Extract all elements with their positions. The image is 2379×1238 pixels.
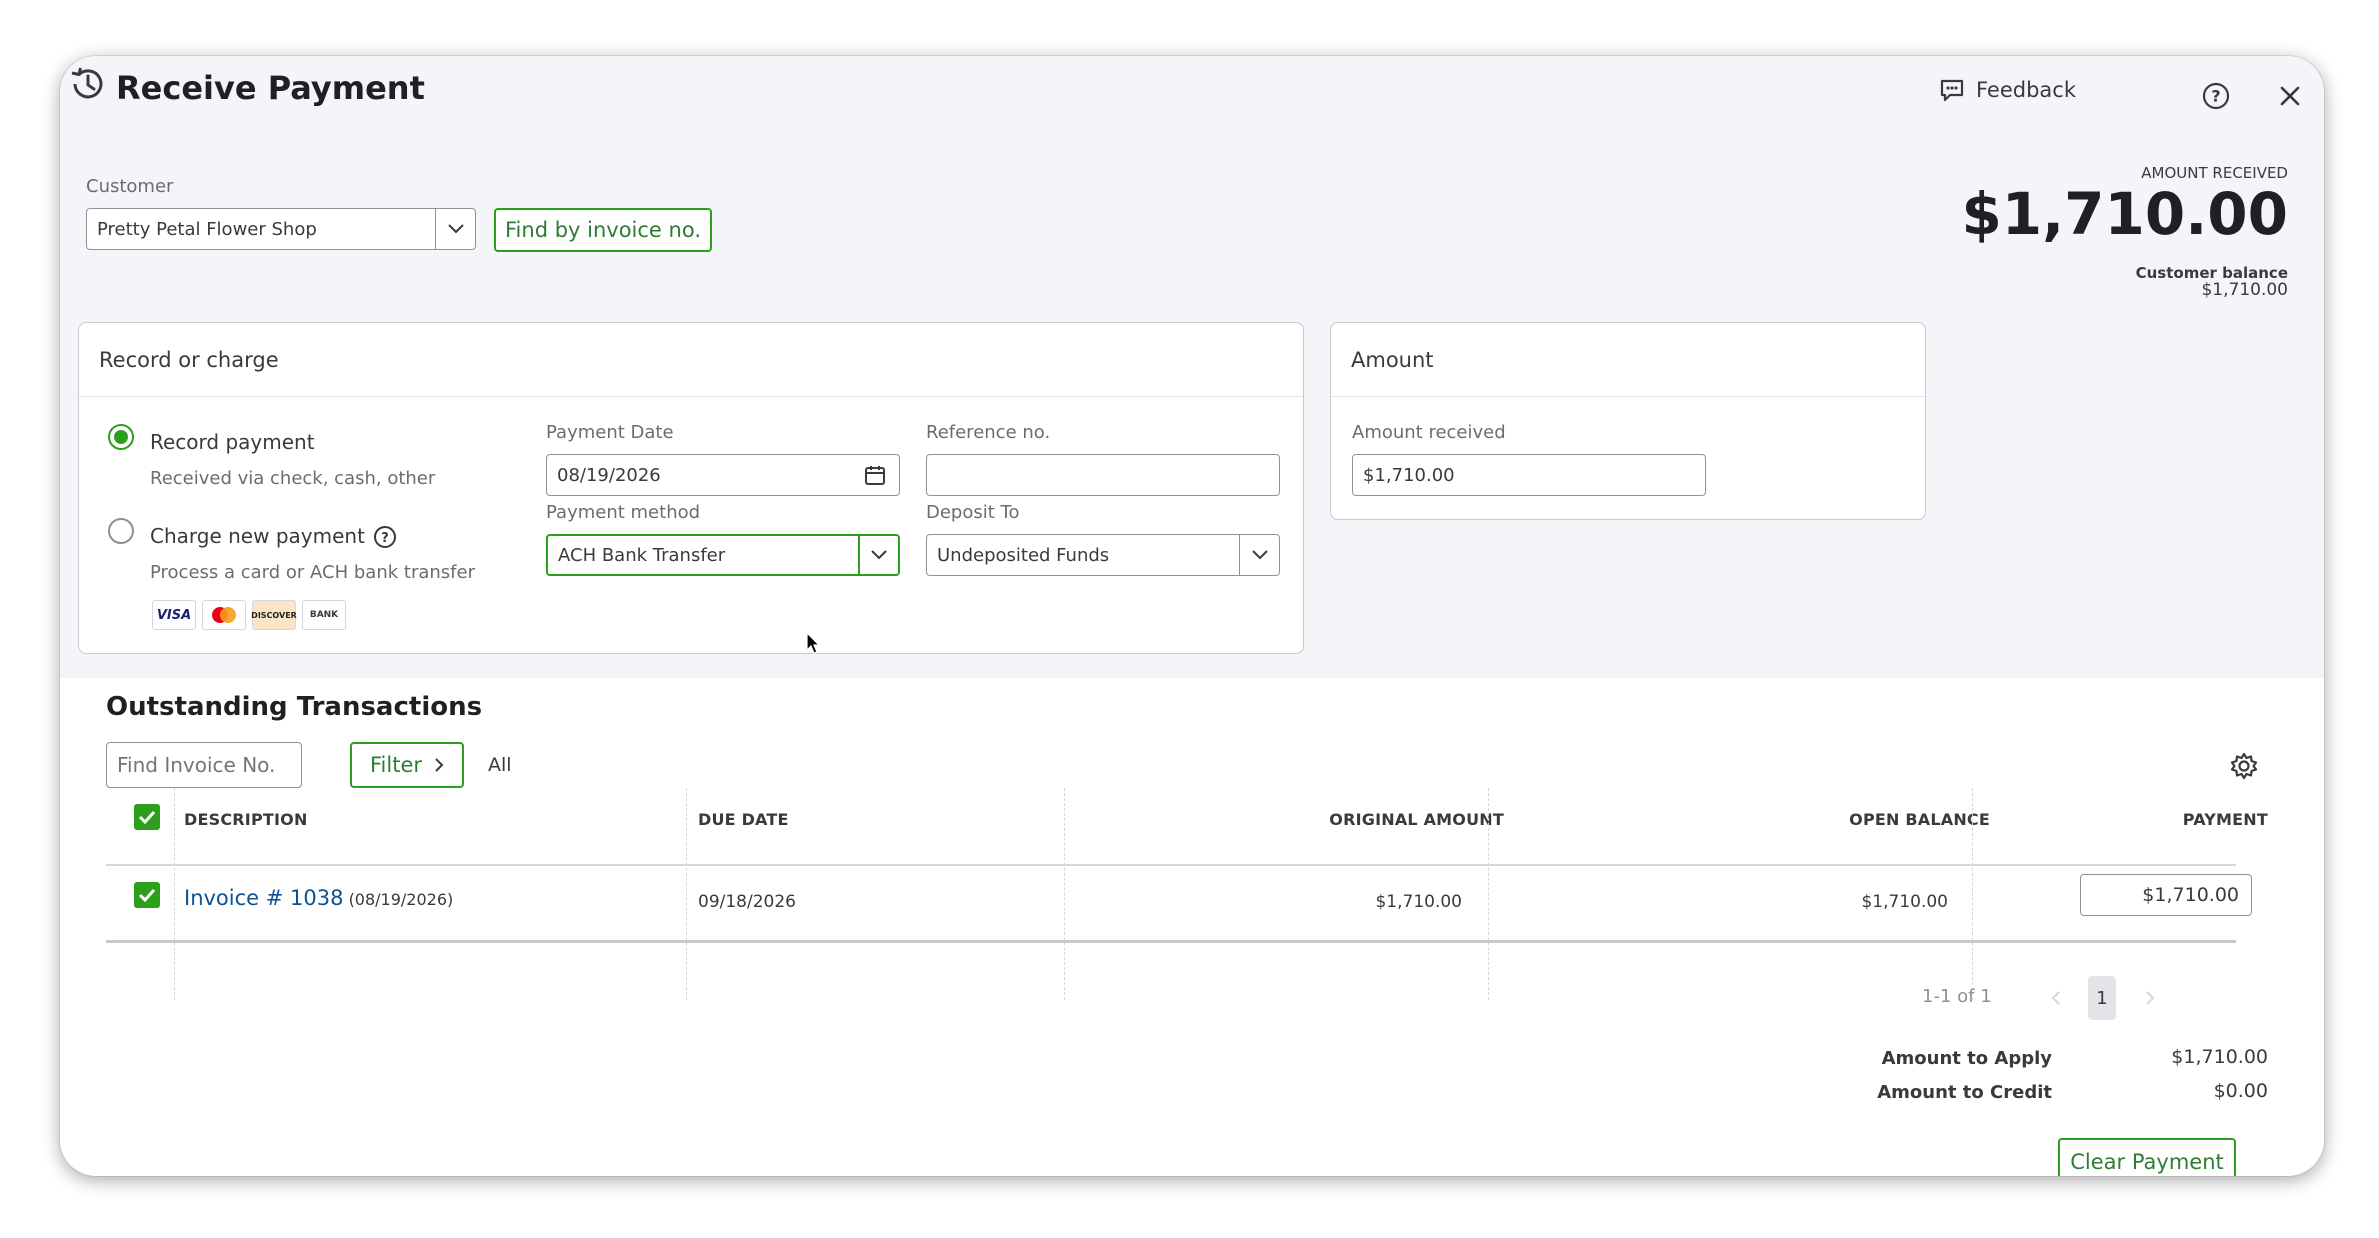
record-card-title: Record or charge <box>79 323 1303 397</box>
svg-text:?: ? <box>381 531 389 546</box>
calendar-icon[interactable] <box>863 463 887 487</box>
record-payment-label: Record payment <box>150 430 315 454</box>
invoice-description: Invoice # 1038 (08/19/2026) <box>184 886 453 910</box>
payment-date-input[interactable]: 08/19/2026 <box>546 454 900 496</box>
record-payment-sublabel: Received via check, cash, other <box>150 468 436 489</box>
amount-to-apply-value: $1,710.00 <box>2171 1046 2268 1068</box>
svg-text:?: ? <box>2211 87 2220 106</box>
open-balance-cell: $1,710.00 <box>1861 892 1948 912</box>
pagination-page-button[interactable]: 1 <box>2088 976 2116 1020</box>
outstanding-title: Outstanding Transactions <box>106 692 483 722</box>
deposit-to-value: Undeposited Funds <box>937 544 1110 566</box>
chat-icon <box>1940 79 1964 102</box>
clear-payment-button[interactable]: Clear Payment <box>2058 1138 2236 1176</box>
chevron-down-icon <box>435 209 475 249</box>
customer-value: Pretty Petal Flower Shop <box>97 218 317 240</box>
chevron-down-icon <box>858 536 898 574</box>
payment-method-label: Payment method <box>546 502 701 523</box>
info-help-icon[interactable]: ? <box>372 524 398 550</box>
table-row: Invoice # 1038 (08/19/2026) 09/18/2026 $… <box>106 866 2252 1000</box>
receive-payment-window: Receive Payment Feedback ? Customer Pret… <box>60 56 2324 1176</box>
col-due-date[interactable]: DUE DATE <box>698 810 789 829</box>
invoice-link[interactable]: Invoice # 1038 <box>184 886 343 910</box>
feedback-button[interactable]: Feedback <box>1938 76 2076 104</box>
reference-label: Reference no. <box>926 422 1051 443</box>
filter-value: All <box>488 754 512 776</box>
col-description[interactable]: DESCRIPTION <box>184 810 308 829</box>
chevron-down-icon <box>1239 535 1279 575</box>
find-by-invoice-button[interactable]: Find by invoice no. <box>494 208 712 252</box>
select-all-checkbox[interactable] <box>134 804 160 830</box>
amount-received-input[interactable]: $1,710.00 <box>1352 454 1706 496</box>
filter-label: Filter <box>369 753 422 777</box>
table-bottom-border <box>106 940 2236 943</box>
col-open-balance[interactable]: OPEN BALANCE <box>1849 810 1990 829</box>
history-icon[interactable] <box>68 64 108 104</box>
amount-to-credit-label: Amount to Credit <box>1877 1082 2052 1103</box>
mastercard-logo-icon <box>202 600 246 630</box>
filter-button[interactable]: Filter <box>350 742 464 788</box>
close-icon[interactable] <box>2274 80 2306 112</box>
customer-label: Customer <box>86 176 174 197</box>
payment-date-value: 08/19/2026 <box>557 464 661 486</box>
discover-logo-icon: DISCOVER <box>251 600 297 630</box>
chevron-right-icon[interactable] <box>2144 990 2156 1006</box>
reference-input[interactable] <box>926 454 1280 496</box>
charge-payment-radio[interactable] <box>108 518 134 544</box>
amount-received-total: $1,710.00 <box>1961 180 2288 248</box>
mouse-cursor-icon <box>806 632 821 654</box>
bank-logo-icon: BANK <box>302 600 346 630</box>
record-payment-radio[interactable] <box>108 424 134 450</box>
charge-payment-label: Charge new payment <box>150 524 365 548</box>
feedback-label: Feedback <box>1976 78 2077 102</box>
help-icon[interactable]: ? <box>2200 80 2232 112</box>
chevron-right-icon <box>435 758 444 772</box>
invoice-date: (08/19/2026) <box>348 890 454 909</box>
pagination-range: 1-1 of 1 <box>1922 986 1992 1007</box>
col-original-amount[interactable]: ORIGINAL AMOUNT <box>1329 810 1504 829</box>
amount-received-label: Amount received <box>1352 422 1506 443</box>
payment-method-select[interactable]: ACH Bank Transfer <box>546 534 900 576</box>
deposit-to-select[interactable]: Undeposited Funds <box>926 534 1280 576</box>
original-amount-cell: $1,710.00 <box>1375 892 1462 912</box>
amount-to-credit-value: $0.00 <box>2213 1080 2268 1102</box>
deposit-to-label: Deposit To <box>926 502 1020 523</box>
amount-card-title: Amount <box>1331 323 1925 397</box>
chevron-left-icon[interactable] <box>2050 990 2062 1006</box>
page-title: Receive Payment <box>116 69 425 107</box>
payment-amount-input[interactable]: $1,710.00 <box>2080 874 2252 916</box>
customer-select[interactable]: Pretty Petal Flower Shop <box>86 208 476 250</box>
find-invoice-input[interactable] <box>106 742 302 788</box>
charge-payment-sublabel: Process a card or ACH bank transfer <box>150 562 475 583</box>
visa-logo-icon: VISA <box>152 600 196 630</box>
due-date-cell: 09/18/2026 <box>698 892 796 912</box>
payment-method-value: ACH Bank Transfer <box>558 544 726 566</box>
row-checkbox[interactable] <box>134 882 160 908</box>
amount-to-apply-label: Amount to Apply <box>1881 1048 2052 1069</box>
customer-balance-value: $1,710.00 <box>2201 280 2288 300</box>
gear-icon[interactable] <box>2228 750 2260 782</box>
col-payment[interactable]: PAYMENT <box>2183 810 2268 829</box>
payment-date-label: Payment Date <box>546 422 674 443</box>
